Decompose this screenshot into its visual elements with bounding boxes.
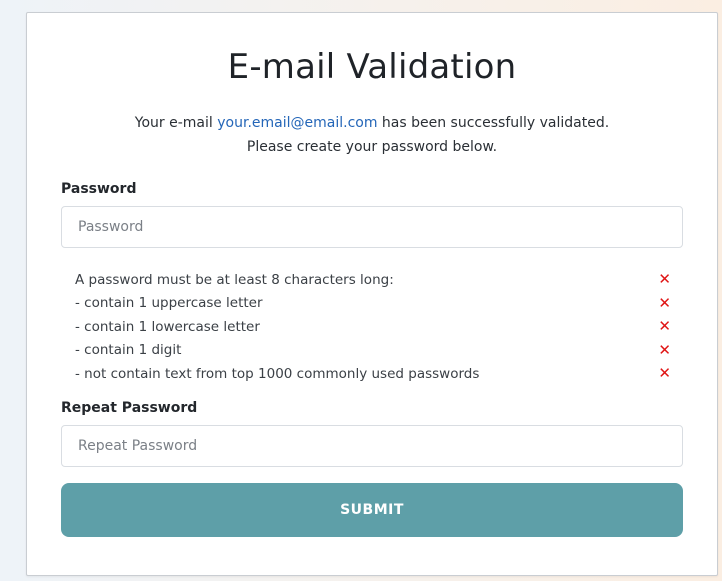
rule-text: - contain 1 uppercase letter bbox=[75, 295, 263, 312]
password-rule-uppercase: - contain 1 uppercase letter ✕ bbox=[75, 292, 671, 316]
cross-icon: ✕ bbox=[658, 317, 671, 336]
cross-icon: ✕ bbox=[658, 270, 671, 289]
cross-icon: ✕ bbox=[658, 293, 671, 312]
page-title: E-mail Validation bbox=[227, 47, 517, 87]
submit-button[interactable]: SUBMIT bbox=[61, 483, 683, 537]
rule-text: A password must be at least 8 characters… bbox=[75, 271, 394, 288]
cross-icon: ✕ bbox=[658, 364, 671, 383]
message-prefix: Your e-mail bbox=[134, 115, 213, 131]
repeat-password-label: Repeat Password bbox=[61, 400, 198, 416]
password-rule-common: - not contain text from top 1000 commonl… bbox=[75, 362, 671, 386]
email-validation-card: E-mail Validation Your e-mail your.email… bbox=[26, 12, 718, 576]
email-link[interactable]: your.email@email.com bbox=[217, 115, 377, 131]
password-rule-lowercase: - contain 1 lowercase letter ✕ bbox=[75, 315, 671, 339]
rule-text: - contain 1 digit bbox=[75, 342, 182, 359]
rule-text: - not contain text from top 1000 commonl… bbox=[75, 365, 480, 382]
password-label: Password bbox=[61, 181, 137, 197]
instruction-message: Please create your password below. bbox=[246, 139, 498, 155]
repeat-password-input[interactable] bbox=[61, 425, 683, 467]
validation-message: Your e-mail your.email@email.com has bee… bbox=[27, 115, 717, 131]
rule-text: - contain 1 lowercase letter bbox=[75, 318, 260, 335]
cross-icon: ✕ bbox=[658, 340, 671, 359]
password-rule-digit: - contain 1 digit ✕ bbox=[75, 339, 671, 363]
message-suffix: has been successfully validated. bbox=[381, 115, 610, 131]
password-rules-list: A password must be at least 8 characters… bbox=[75, 268, 671, 386]
password-rule-min-length: A password must be at least 8 characters… bbox=[75, 268, 671, 292]
password-input[interactable] bbox=[61, 206, 683, 248]
